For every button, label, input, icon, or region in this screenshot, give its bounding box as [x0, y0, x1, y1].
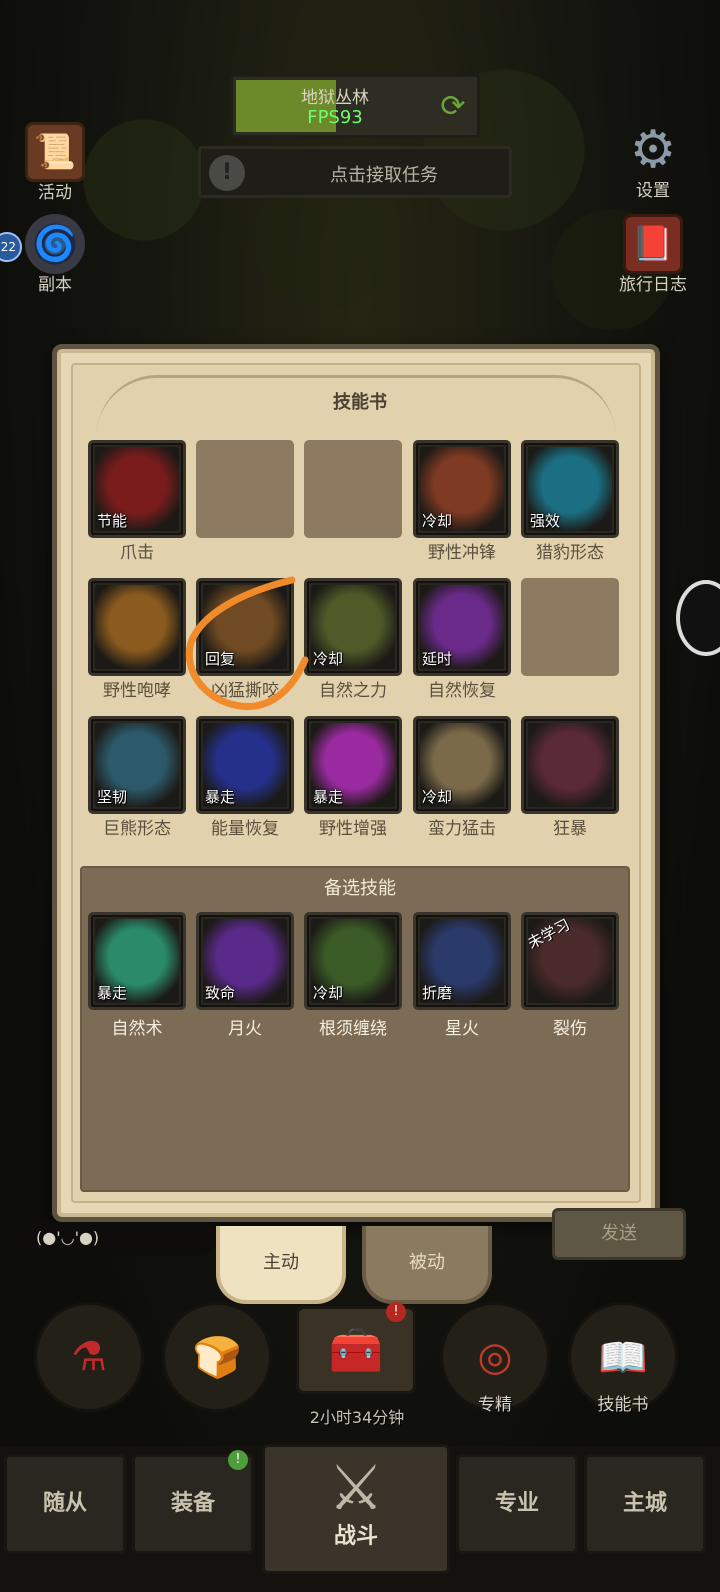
- nav-battle[interactable]: ⚔ 战斗: [262, 1444, 450, 1574]
- equipment-notification-badge: !: [228, 1450, 248, 1470]
- empty-skill-slot[interactable]: [304, 440, 402, 538]
- skill-slot[interactable]: 冷却: [413, 716, 511, 814]
- settings-button[interactable]: ⚙ 设置: [608, 120, 698, 201]
- panel-title: 技能书: [333, 392, 387, 413]
- skill-name: 蛮力猛击: [428, 819, 496, 839]
- skill-name: 自然恢复: [428, 681, 496, 701]
- skill-slot[interactable]: 冷却: [413, 440, 511, 538]
- chest-timer: 2小时34分钟: [309, 1408, 405, 1427]
- dungeon-button[interactable]: 🌀 副本: [10, 214, 100, 295]
- specialization-icon: ◎: [477, 1334, 513, 1380]
- skill-slot[interactable]: 暴走: [196, 716, 294, 814]
- skill-slot[interactable]: 强效: [521, 440, 619, 538]
- skill-slot[interactable]: [88, 578, 186, 676]
- skill-name: 凶猛撕咬: [211, 681, 279, 701]
- skill-slot[interactable]: 节能: [88, 440, 186, 538]
- skill-tag: 冷却: [313, 984, 344, 1002]
- skill-name: 巨熊形态: [103, 819, 171, 839]
- travel-log-label: 旅行日志: [619, 275, 687, 295]
- alternate-skills-title: 备选技能: [324, 878, 396, 899]
- skillbook-label: 技能书: [597, 1395, 649, 1415]
- skill-tag: 回复: [205, 650, 236, 668]
- nav-profession[interactable]: 专业: [456, 1454, 578, 1554]
- potion-icon: ⚗: [71, 1334, 107, 1380]
- potion-button[interactable]: ⚗: [34, 1302, 144, 1412]
- skill-slot[interactable]: 折磨: [413, 912, 511, 1010]
- skillbook-icon: 📖: [598, 1334, 648, 1381]
- activity-button[interactable]: 📜 活动: [10, 122, 100, 203]
- bread-icon: 🍞: [192, 1334, 242, 1381]
- skill-slot[interactable]: 坚韧: [88, 716, 186, 814]
- skill-tag: 强效: [530, 512, 561, 530]
- refresh-icon[interactable]: ⟳: [437, 91, 469, 123]
- skill-tag: 节能: [97, 512, 128, 530]
- skill-tag: 折磨: [422, 984, 453, 1002]
- skill-slot[interactable]: 致命: [196, 912, 294, 1010]
- chat-input[interactable]: (●'◡'●): [16, 1222, 216, 1256]
- crossed-swords-icon: ⚔: [328, 1451, 384, 1524]
- skill-tag: 冷却: [313, 650, 344, 668]
- skill-art-icon: [95, 585, 179, 669]
- portal-icon: 🌀: [25, 214, 85, 274]
- settings-label: 设置: [636, 181, 670, 201]
- empty-skill-slot[interactable]: [521, 578, 619, 676]
- skill-name: 裂伤: [553, 1019, 587, 1039]
- skill-name: 狂暴: [553, 819, 587, 839]
- skill-name: 自然术: [111, 1019, 163, 1039]
- skill-slot[interactable]: 冷却: [304, 912, 402, 1010]
- skill-tag: 暴走: [97, 984, 128, 1002]
- skill-slot[interactable]: 暴走: [304, 716, 402, 814]
- skill-tag: 暴走: [205, 788, 236, 806]
- quest-bar[interactable]: ! 点击接取任务: [198, 146, 512, 198]
- skill-tag: 冷却: [422, 512, 453, 530]
- scroll-board-icon: 📜: [25, 122, 85, 182]
- chest-icon: 🧰: [328, 1325, 384, 1376]
- zone-name: 地狱丛林: [301, 88, 369, 108]
- nav-battle-label: 战斗: [333, 1524, 378, 1549]
- skill-tag: 暴走: [313, 788, 344, 806]
- skill-tag: 冷却: [422, 788, 453, 806]
- skill-tag: 致命: [205, 984, 236, 1002]
- skill-name: 星火: [445, 1019, 479, 1039]
- tab-passive-skills[interactable]: 被动: [362, 1226, 492, 1304]
- skill-slot[interactable]: [521, 716, 619, 814]
- skill-slot[interactable]: 未学习: [521, 912, 619, 1010]
- zone-progress-bar[interactable]: 地狱丛林 FPS93 ⟳: [230, 74, 480, 138]
- skill-name: 能量恢复: [211, 819, 279, 839]
- skill-slot[interactable]: 回复: [196, 578, 294, 676]
- skill-slot[interactable]: 延时: [413, 578, 511, 676]
- dungeon-label: 副本: [38, 275, 72, 295]
- skill-slot[interactable]: 暴走: [88, 912, 186, 1010]
- activity-label: 活动: [38, 183, 72, 203]
- empty-skill-slot[interactable]: [196, 440, 294, 538]
- skill-name: 野性咆哮: [103, 681, 171, 701]
- skill-tag: 坚韧: [97, 788, 128, 806]
- quest-alert-icon: !: [209, 155, 245, 191]
- skill-name: 根须缠绕: [319, 1019, 387, 1039]
- skill-tag: 延时: [422, 650, 453, 668]
- gear-icon: ⚙: [629, 120, 677, 180]
- skill-name: 爪击: [120, 543, 154, 563]
- skill-name: 猎豹形态: [536, 543, 604, 563]
- nav-followers[interactable]: 随从: [4, 1454, 126, 1554]
- nav-main-city[interactable]: 主城: [584, 1454, 706, 1554]
- quest-text: 点击接取任务: [330, 165, 438, 186]
- book-icon: 📕: [623, 214, 683, 274]
- send-button[interactable]: 发送: [552, 1208, 686, 1260]
- skill-name: 月火: [228, 1019, 262, 1039]
- specialization-label: 专精: [478, 1395, 512, 1415]
- fps-counter: FPS93: [307, 107, 363, 128]
- skill-name: 野性增强: [319, 819, 387, 839]
- food-button[interactable]: 🍞: [162, 1302, 272, 1412]
- skill-name: 自然之力: [319, 681, 387, 701]
- skill-slot[interactable]: 冷却: [304, 578, 402, 676]
- tab-active-skills[interactable]: 主动: [216, 1226, 346, 1304]
- travel-log-button[interactable]: 📕 旅行日志: [608, 214, 698, 295]
- skill-art-icon: [528, 723, 612, 807]
- chest-notification-badge: !: [386, 1302, 406, 1322]
- skill-name: 野性冲锋: [428, 543, 496, 563]
